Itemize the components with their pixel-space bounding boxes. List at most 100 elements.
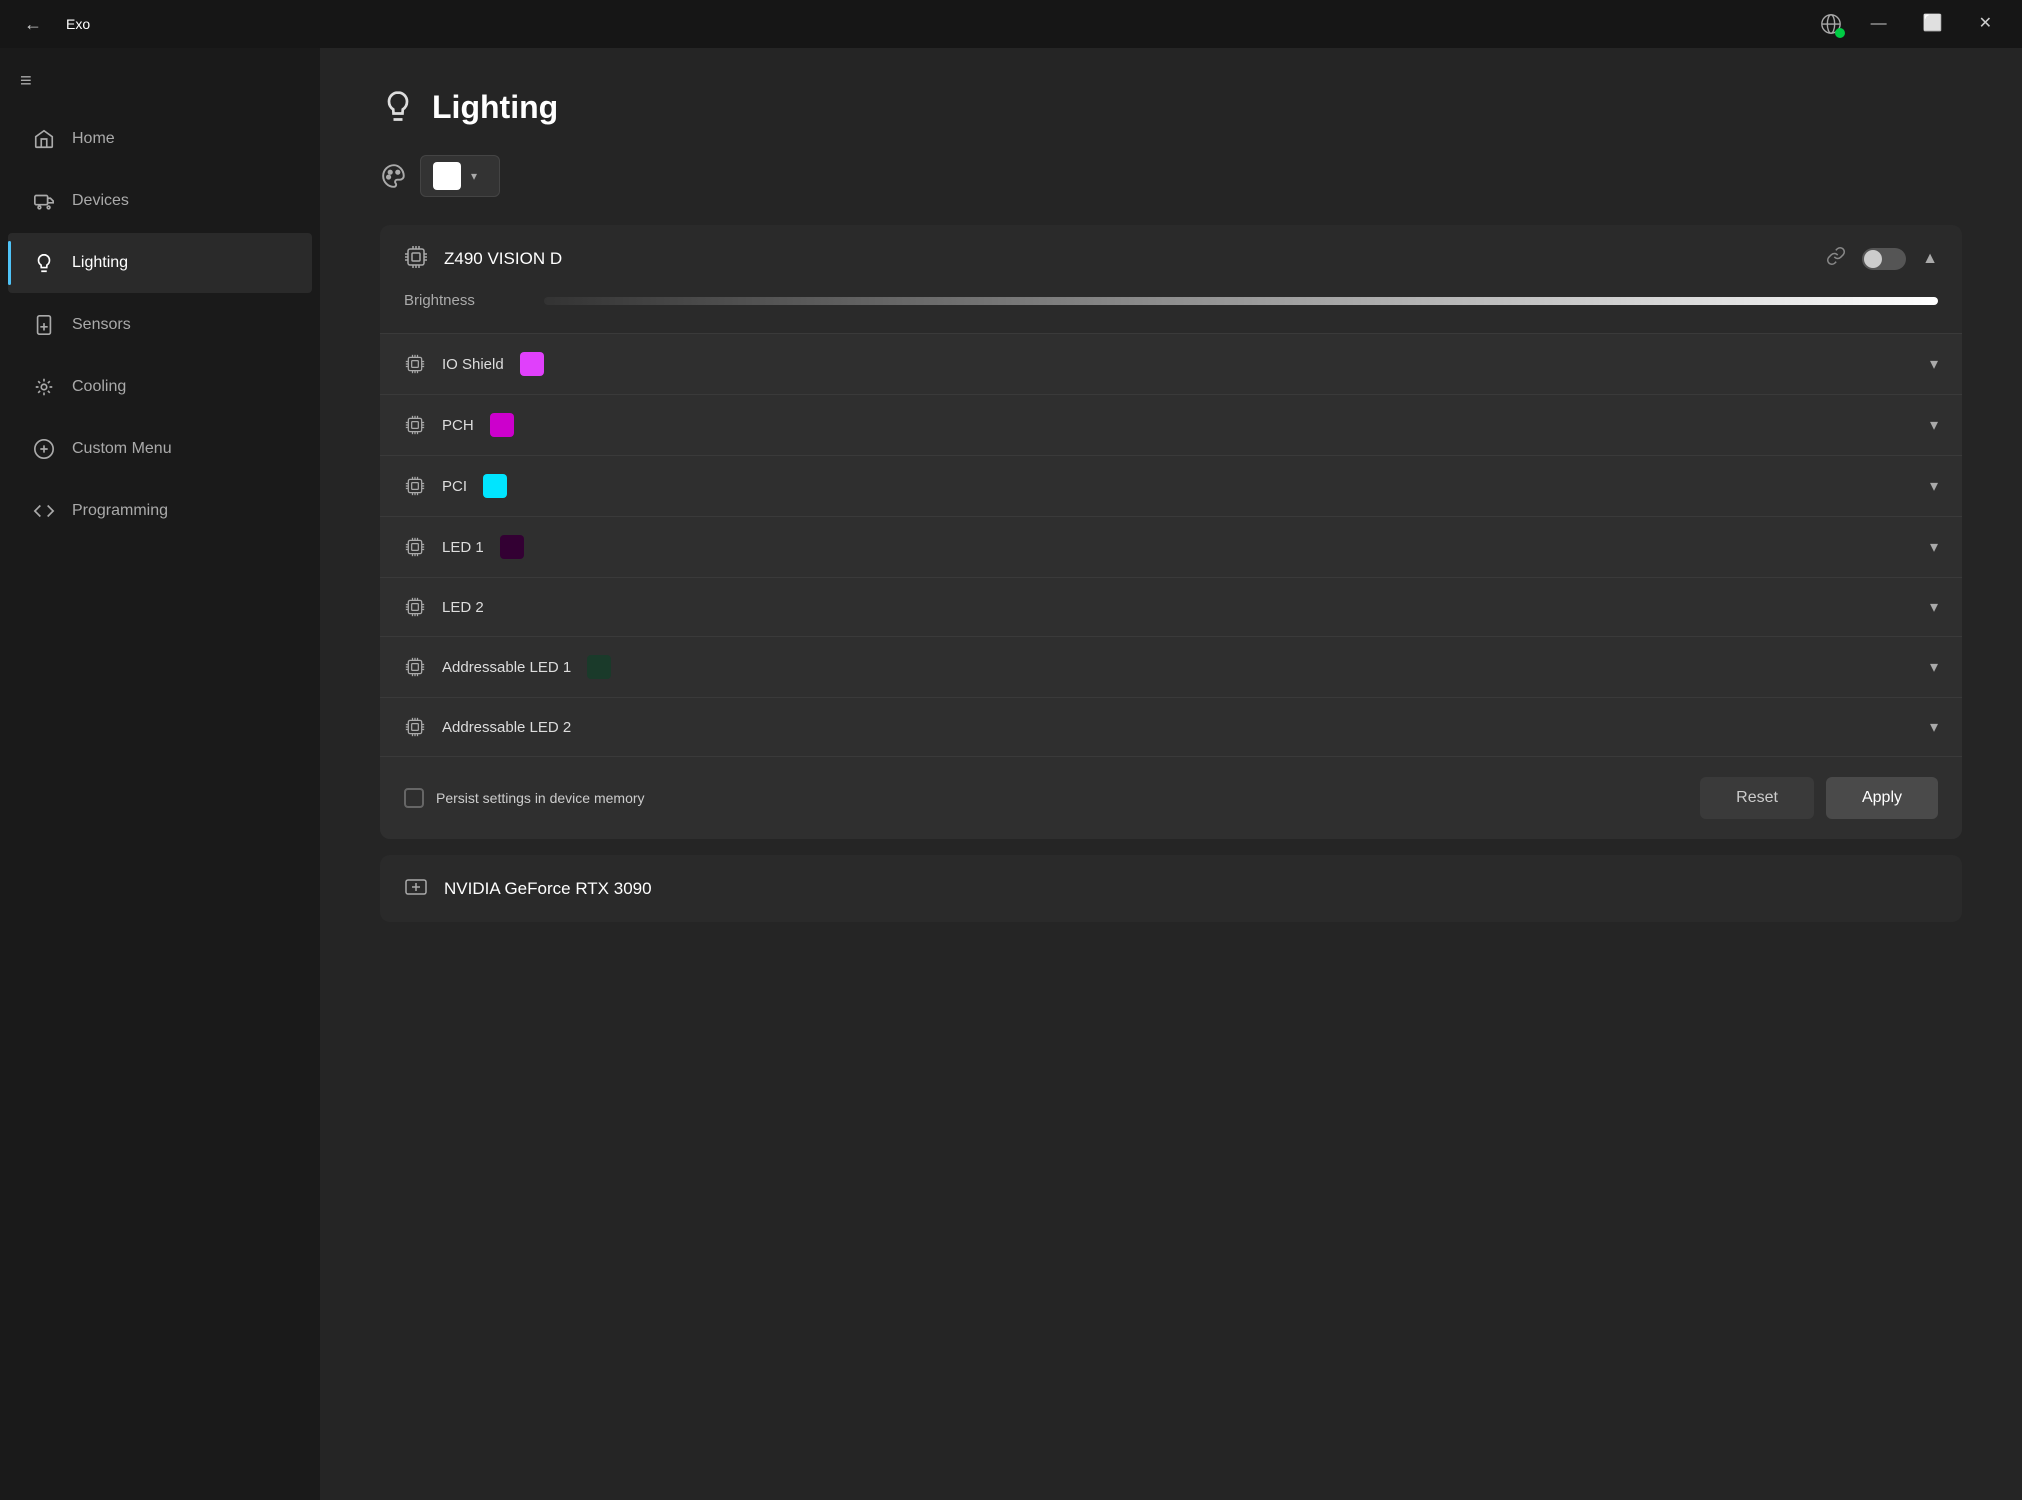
link-icon[interactable] [1826, 246, 1846, 271]
lighting-icon [32, 251, 56, 275]
zone-item-pci: PCI ▾ [380, 455, 1962, 516]
device-card-z490: Z490 VISION D ▲ [380, 225, 1962, 839]
zone-name-addr-led2: Addressable LED 2 [442, 719, 571, 736]
sidebar: ≡ Home [0, 48, 320, 1500]
page-header: Lighting [380, 88, 1962, 127]
connection-status-dot [1835, 28, 1845, 38]
main-content: Lighting ▾ [320, 48, 2022, 1500]
persist-label: Persist settings in device memory [436, 790, 645, 806]
dropdown-arrow-icon: ▾ [471, 169, 477, 183]
zone-left-pch: PCH [404, 413, 514, 437]
back-button[interactable]: ← [16, 10, 50, 39]
bottom-bar-z490: Persist settings in device memory Reset … [380, 756, 1962, 839]
sidebar-item-devices[interactable]: Devices [8, 171, 312, 231]
sidebar-label-home: Home [72, 130, 115, 148]
zone-expand-pch[interactable]: ▾ [1930, 415, 1938, 435]
chip-icon [404, 245, 428, 272]
selected-color-swatch [433, 162, 461, 190]
zone-item-addr-led2: Addressable LED 2 ▾ [380, 697, 1962, 756]
device-header-right: ▲ [1826, 246, 1938, 271]
sidebar-item-cooling[interactable]: Cooling [8, 357, 312, 417]
device-name-z490: Z490 VISION D [444, 249, 562, 269]
zone-color-addr-led1[interactable] [587, 655, 611, 679]
collapse-arrow-z490[interactable]: ▲ [1922, 250, 1938, 268]
brightness-label: Brightness [404, 292, 524, 309]
action-buttons: Reset Apply [1700, 777, 1938, 819]
zone-chip-icon-led2 [404, 596, 426, 618]
nvidia-icon [404, 875, 428, 902]
titlebar: ← Exo — ⬜ ✕ [0, 0, 2022, 48]
zone-expand-led2[interactable]: ▾ [1930, 597, 1938, 617]
zone-name-pch: PCH [442, 417, 474, 434]
zone-expand-pci[interactable]: ▾ [1930, 476, 1938, 496]
sidebar-item-sensors[interactable]: Sensors [8, 295, 312, 355]
zone-chip-icon-io-shield [404, 353, 426, 375]
device-name-nvidia: NVIDIA GeForce RTX 3090 [444, 879, 652, 899]
devices-icon [32, 189, 56, 213]
device-toggle-z490[interactable] [1862, 248, 1906, 270]
sidebar-item-home[interactable]: Home [8, 109, 312, 169]
sidebar-label-devices: Devices [72, 192, 129, 210]
zone-name-io-shield: IO Shield [442, 356, 504, 373]
sensors-icon [32, 313, 56, 337]
zone-item-io-shield: IO Shield ▾ [380, 333, 1962, 394]
zone-item-pch: PCH ▾ [380, 394, 1962, 455]
color-picker-dropdown[interactable]: ▾ [420, 155, 500, 197]
menu-toggle-button[interactable]: ≡ [0, 56, 320, 107]
cooling-icon [32, 375, 56, 399]
programming-icon [32, 499, 56, 523]
content-area: ≡ Home [0, 48, 2022, 1500]
apply-button[interactable]: Apply [1826, 777, 1938, 819]
zone-expand-addr-led2[interactable]: ▾ [1930, 717, 1938, 737]
zone-left-pci: PCI [404, 474, 507, 498]
page-title: Lighting [432, 89, 558, 126]
zone-left-addr-led2: Addressable LED 2 [404, 716, 571, 738]
persist-checkbox[interactable] [404, 788, 424, 808]
zone-name-led1: LED 1 [442, 539, 484, 556]
zone-left-led2: LED 2 [404, 596, 484, 618]
zone-color-led1[interactable] [500, 535, 524, 559]
home-icon [32, 127, 56, 151]
zone-item-led2: LED 2 ▾ [380, 577, 1962, 636]
zone-color-pci[interactable] [483, 474, 507, 498]
zone-color-pch[interactable] [490, 413, 514, 437]
minimize-button[interactable]: — [1857, 8, 1901, 40]
hamburger-icon: ≡ [20, 70, 32, 93]
zone-item-addr-led1: Addressable LED 1 ▾ [380, 636, 1962, 697]
titlebar-right: — ⬜ ✕ [1813, 6, 2006, 42]
brightness-row: Brightness [380, 292, 1962, 333]
close-button[interactable]: ✕ [1965, 8, 2006, 40]
sidebar-label-custom-menu: Custom Menu [72, 440, 172, 458]
maximize-button[interactable]: ⬜ [1909, 8, 1957, 40]
device-header-left: Z490 VISION D [404, 245, 562, 272]
brightness-slider[interactable] [544, 297, 1938, 305]
zone-left-led1: LED 1 [404, 535, 524, 559]
sidebar-item-lighting[interactable]: Lighting [8, 233, 312, 293]
lighting-page-icon [380, 88, 416, 127]
zone-left-io-shield: IO Shield [404, 352, 544, 376]
app-title: Exo [66, 16, 90, 32]
app-window: ← Exo — ⬜ ✕ ≡ [0, 0, 2022, 1500]
sidebar-item-programming[interactable]: Programming [8, 481, 312, 541]
globe-icon [1813, 6, 1849, 42]
zone-name-addr-led1: Addressable LED 1 [442, 659, 571, 676]
zone-chip-icon-pci [404, 475, 426, 497]
zone-expand-addr-led1[interactable]: ▾ [1930, 657, 1938, 677]
zone-color-io-shield[interactable] [520, 352, 544, 376]
zone-expand-led1[interactable]: ▾ [1930, 537, 1938, 557]
zone-name-pci: PCI [442, 478, 467, 495]
sidebar-label-programming: Programming [72, 502, 168, 520]
zone-chip-icon-pch [404, 414, 426, 436]
toggle-knob [1864, 250, 1882, 268]
reset-button[interactable]: Reset [1700, 777, 1814, 819]
zone-item-led1: LED 1 ▾ [380, 516, 1962, 577]
color-picker-bar: ▾ [380, 155, 1962, 197]
titlebar-left: ← Exo [16, 10, 90, 39]
sidebar-label-cooling: Cooling [72, 378, 126, 396]
sidebar-item-custom-menu[interactable]: Custom Menu [8, 419, 312, 479]
zone-chip-icon-addr-led1 [404, 656, 426, 678]
sidebar-label-lighting: Lighting [72, 254, 128, 272]
zone-expand-io-shield[interactable]: ▾ [1930, 354, 1938, 374]
sidebar-label-sensors: Sensors [72, 316, 131, 334]
device-card-nvidia: NVIDIA GeForce RTX 3090 [380, 855, 1962, 922]
